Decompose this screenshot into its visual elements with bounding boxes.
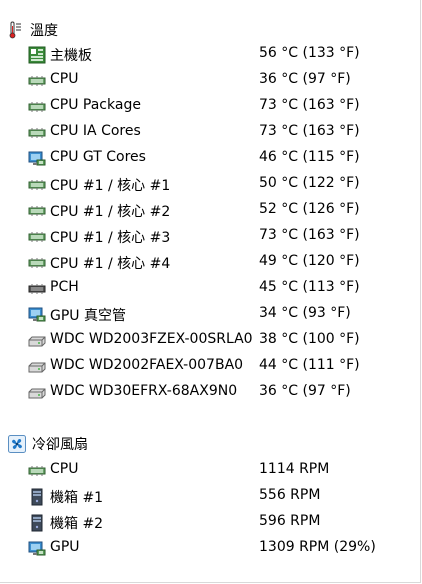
sensor-value: 45 °C (113 °F) [259,279,360,295]
gpu-monitor-icon [28,306,46,324]
sensor-row-cpu-package[interactable]: CPU Package 73 °C (163 °F) [0,94,420,120]
sensor-name: GPU [50,539,80,555]
fan-icon [8,435,26,453]
sensor-value: 73 °C (163 °F) [259,227,360,243]
sensor-value: 56 °C (133 °F) [259,45,360,61]
sensor-row-fan-gpu[interactable]: GPU 1309 RPM (29%) [0,536,420,562]
chip-icon [28,124,46,142]
section-title-cooling-fans[interactable]: 冷卻風扇 [8,434,88,454]
sensor-name: GPU 真空管 [50,308,126,324]
chip-icon [28,98,46,116]
thermometer-icon [8,21,24,39]
sensor-row-cpu[interactable]: CPU 36 °C (97 °F) [0,68,420,94]
sensor-name: WDC WD30EFRX-68AX9N0 [50,383,238,399]
sensor-row-core-1[interactable]: CPU #1 / 核心 #1 50 °C (122 °F) [0,172,420,198]
chip-icon [28,72,46,90]
sensor-value: 1114 RPM [259,461,330,477]
sensor-value: 44 °C (111 °F) [259,357,360,373]
sensor-row-core-2[interactable]: CPU #1 / 核心 #2 52 °C (126 °F) [0,198,420,224]
pch-chip-icon [28,280,46,298]
case-icon [28,514,46,532]
sensor-name: CPU #1 / 核心 #4 [50,256,171,272]
chip-icon [28,202,46,220]
motherboard-icon [28,46,46,64]
sensor-value: 52 °C (126 °F) [259,201,360,217]
sensor-name: 主機板 [50,48,92,64]
sensor-value: 50 °C (122 °F) [259,175,360,191]
sensor-panel: 溫度 主機板 56 °C (133 °F) CPU 36 °C (97 °F) … [0,0,421,583]
sensor-value: 1309 RPM (29%) [259,539,376,555]
chip-icon [28,254,46,272]
sensor-value: 34 °C (93 °F) [259,305,351,321]
sensor-row-motherboard[interactable]: 主機板 56 °C (133 °F) [0,42,420,68]
sensor-row-core-4[interactable]: CPU #1 / 核心 #4 49 °C (120 °F) [0,250,420,276]
sensor-row-fan-case-1[interactable]: 機箱 #1 556 RPM [0,484,420,510]
sensor-name: CPU [50,71,79,87]
chip-icon [28,176,46,194]
sensor-value: 73 °C (163 °F) [259,123,360,139]
sensor-name: WDC WD2002FAEX-007BA0 [50,357,244,373]
sensor-value: 46 °C (115 °F) [259,149,360,165]
hard-drive-icon [28,384,46,402]
gpu-monitor-icon [28,540,46,558]
sensor-value: 596 RPM [259,513,321,529]
section-label: 溫度 [30,23,58,39]
hard-drive-icon [28,332,46,350]
sensor-name: CPU GT Cores [50,149,146,165]
sensor-name: CPU #1 / 核心 #2 [50,204,171,220]
section-title-temperature[interactable]: 溫度 [8,20,58,40]
sensor-name: CPU Package [50,97,141,113]
chip-icon [28,228,46,246]
chip-icon [28,462,46,480]
sensor-row-core-3[interactable]: CPU #1 / 核心 #3 73 °C (163 °F) [0,224,420,250]
sensor-row-fan-case-2[interactable]: 機箱 #2 596 RPM [0,510,420,536]
sensor-value: 36 °C (97 °F) [259,383,351,399]
sensor-value: 49 °C (120 °F) [259,253,360,269]
sensor-row-cpu-gt-cores[interactable]: CPU GT Cores 46 °C (115 °F) [0,146,420,172]
case-icon [28,488,46,506]
sensor-value: 36 °C (97 °F) [259,71,351,87]
sensor-row-gpu-diode[interactable]: GPU 真空管 34 °C (93 °F) [0,302,420,328]
sensor-row-hdd-2[interactable]: WDC WD2002FAEX-007BA0 44 °C (111 °F) [0,354,420,380]
sensor-name: WDC WD2003FZEX-00SRLA0 [50,331,253,347]
sensor-name: 機箱 #2 [50,516,104,532]
sensor-value: 556 RPM [259,487,321,503]
sensor-name: CPU [50,461,79,477]
sensor-name: CPU #1 / 核心 #1 [50,178,171,194]
sensor-row-cpu-ia-cores[interactable]: CPU IA Cores 73 °C (163 °F) [0,120,420,146]
sensor-name: CPU IA Cores [50,123,141,139]
sensor-row-hdd-1[interactable]: WDC WD2003FZEX-00SRLA0 38 °C (100 °F) [0,328,420,354]
gpu-monitor-icon [28,150,46,168]
sensor-row-hdd-3[interactable]: WDC WD30EFRX-68AX9N0 36 °C (97 °F) [0,380,420,406]
sensor-row-fan-cpu[interactable]: CPU 1114 RPM [0,458,420,484]
sensor-name: PCH [50,279,79,295]
sensor-name: 機箱 #1 [50,490,104,506]
sensor-value: 38 °C (100 °F) [259,331,360,347]
sensor-value: 73 °C (163 °F) [259,97,360,113]
hard-drive-icon [28,358,46,376]
sensor-name: CPU #1 / 核心 #3 [50,230,171,246]
sensor-row-pch[interactable]: PCH 45 °C (113 °F) [0,276,420,302]
section-label: 冷卻風扇 [32,437,88,453]
